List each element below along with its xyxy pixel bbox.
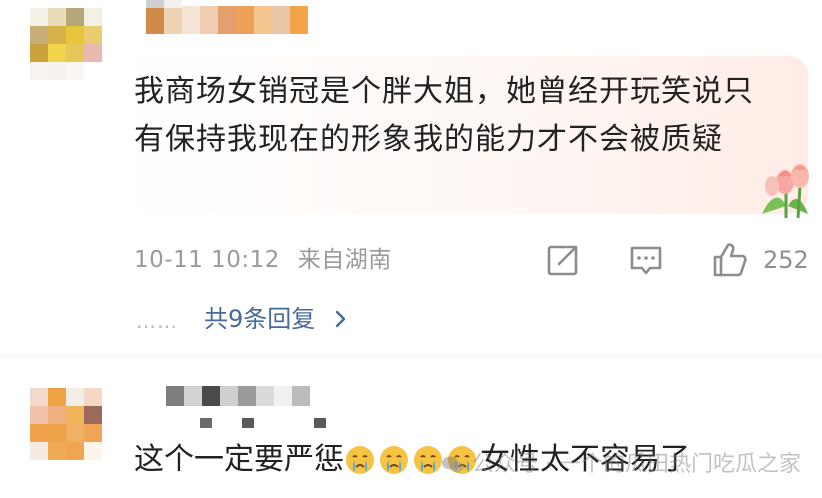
tulip-sticker-icon: [762, 164, 809, 219]
wechat-logo-icon: [442, 456, 464, 473]
chevron-right-icon: [336, 310, 346, 328]
comment-icon[interactable]: [626, 240, 666, 280]
comment-location: 来自湖南: [297, 247, 392, 273]
comment-list: 我商场女销冠是个胖大姐，她曾经开玩笑说只有保持我现在的形象我的能力才不会被质疑 …: [0, 0, 822, 498]
comment-text: 我商场女销冠是个胖大姐，她曾经开玩笑说只有保持我现在的形象我的能力才不会被质疑: [134, 74, 754, 157]
username[interactable]: [166, 386, 310, 406]
crying-face-icon: [380, 446, 408, 474]
like-count: 252: [763, 246, 809, 274]
comment-divider: [0, 356, 822, 357]
comment-time: 10-11 10:12: [134, 247, 280, 273]
view-replies-link[interactable]: 共9条回复: [204, 300, 351, 338]
reply-dots: ……: [136, 309, 178, 333]
comment-meta: 10-11 10:12 来自湖南: [134, 242, 392, 278]
username-row2: [146, 0, 182, 8]
avatar[interactable]: [30, 8, 102, 80]
avatar[interactable]: [30, 388, 102, 460]
crying-face-icon: [346, 446, 374, 474]
username-row2: [200, 418, 326, 428]
thumbs-up-icon[interactable]: [710, 240, 750, 280]
username[interactable]: [146, 6, 308, 34]
share-icon[interactable]: [543, 240, 583, 280]
watermark-text: 公众号 · 一个的瓜田热门吃瓜之家: [472, 452, 801, 477]
view-replies-label: 共9条回复: [204, 305, 316, 333]
watermark: 公众号 · 一个的瓜田热门吃瓜之家: [440, 448, 801, 482]
comment-text-part1: 这个一定要严惩: [134, 442, 344, 477]
